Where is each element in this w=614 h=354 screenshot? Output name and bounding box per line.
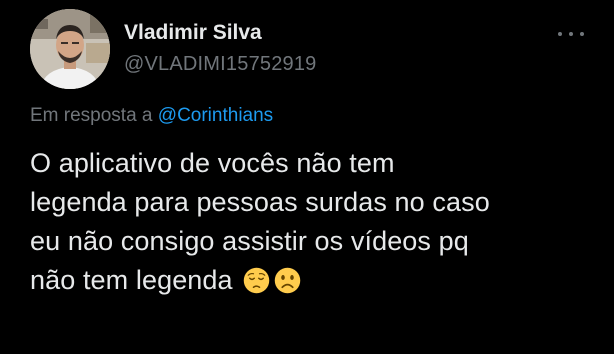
more-dots-icon[interactable]: [558, 24, 584, 44]
reply-context: Em resposta a @Corinthians: [30, 105, 273, 127]
reply-prefix: Em resposta a: [30, 105, 153, 126]
tweet-text: O aplicativo de vocês não tem legenda pa…: [30, 144, 600, 300]
avatar[interactable]: [30, 9, 110, 89]
tweet-text-line: não tem legenda: [30, 265, 233, 295]
tweet-text-line: eu não consigo assistir os vídeos pq: [30, 226, 469, 256]
dot: [580, 32, 584, 36]
reply-mention-link[interactable]: @Corinthians: [158, 105, 273, 126]
tweet-text-line: legenda para pessoas surdas no caso: [30, 187, 490, 217]
display-name[interactable]: Vladimir Silva: [124, 21, 262, 45]
frowning-face-emoji-icon: [274, 266, 301, 294]
tweet-text-line: O aplicativo de vocês não tem: [30, 148, 395, 178]
tweet-card: Vladimir Silva @VLADIMI15752919 Em respo…: [0, 0, 614, 354]
dot: [569, 32, 573, 36]
user-handle[interactable]: @VLADIMI15752919: [124, 53, 317, 76]
pensive-face-emoji-icon: [243, 266, 270, 294]
tweet-text-last-line: não tem legenda: [30, 261, 600, 300]
profile-photo-icon: [30, 9, 110, 89]
dot: [558, 32, 562, 36]
